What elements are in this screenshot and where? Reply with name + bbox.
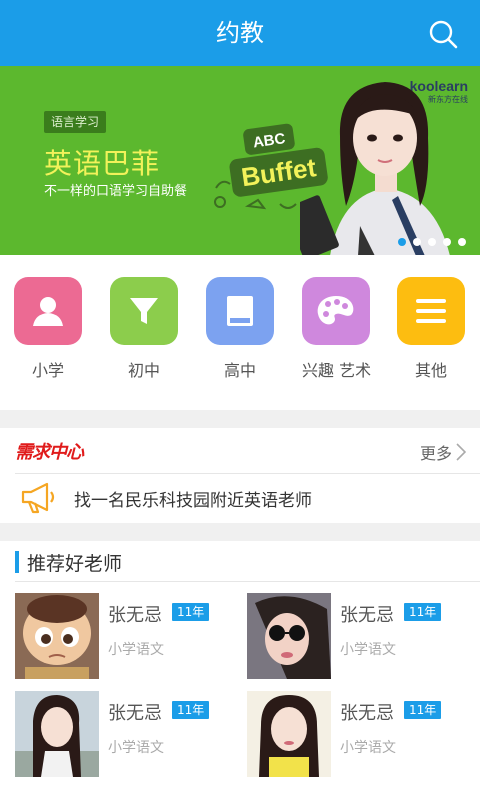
carousel-dot[interactable]	[413, 238, 421, 246]
category-label: 兴趣 艺术	[302, 361, 372, 380]
carousel-dot[interactable]	[428, 238, 436, 246]
teacher-card[interactable]: 张无忌 11年 小学语文	[15, 593, 235, 679]
teacher-card[interactable]: 张无忌 11年 小学语文	[15, 691, 235, 777]
category-label: 其他	[414, 361, 447, 380]
teacher-name: 张无忌	[108, 605, 162, 626]
banner-tag: 语言学习	[44, 111, 106, 133]
teacher-card[interactable]: 张无忌 11年 小学语文	[247, 593, 467, 679]
accent-bar	[15, 551, 19, 573]
recommended-teachers-section: 推荐好老师 张无忌 11年 小学语文 张无忌 11年 小学语文 张无忌 11年 …	[0, 541, 480, 800]
category-junior[interactable]: 初中	[110, 277, 178, 381]
carousel-indicator[interactable]	[398, 238, 466, 246]
category-other[interactable]: 其他	[397, 277, 465, 381]
teacher-subject: 小学语文	[340, 642, 396, 658]
teacher-avatar	[247, 691, 331, 777]
teacher-subject: 小学语文	[340, 740, 396, 756]
section-header: 推荐好老师	[15, 551, 123, 575]
palette-icon	[302, 277, 370, 345]
category-label: 高中	[223, 361, 256, 380]
banner-subtitle: 不一样的口语学习自助餐	[44, 184, 188, 199]
category-label: 小学	[31, 361, 64, 380]
promo-banner[interactable]: koolearn 新东方在线 语言学习 英语巴菲 不一样的口语学习自助餐 ABC…	[0, 66, 480, 255]
teacher-avatar	[247, 593, 331, 679]
demand-center-section: 需求中心 更多 找一名民乐科技园附近英语老师	[0, 428, 480, 523]
search-icon[interactable]	[428, 19, 458, 49]
demand-text: 找一名民乐科技园附近英语老师	[74, 490, 312, 511]
teacher-avatar	[15, 691, 99, 777]
category-interest-art[interactable]: 兴趣 艺术	[302, 277, 372, 381]
more-link[interactable]: 更多	[420, 440, 466, 464]
experience-badge: 11年	[172, 701, 210, 719]
experience-badge: 11年	[404, 603, 442, 621]
carousel-dot[interactable]	[398, 238, 406, 246]
megaphone-icon	[21, 482, 55, 514]
section-title: 需求中心	[15, 442, 84, 463]
model-photo	[300, 82, 450, 255]
person-icon	[14, 277, 82, 345]
category-grid: 小学 初中 高中 兴趣 艺术 其他	[0, 255, 480, 410]
divider	[15, 473, 480, 474]
section-title: 推荐好老师	[27, 552, 123, 575]
teacher-name: 张无忌	[340, 605, 394, 626]
book-icon	[206, 277, 274, 345]
category-primary[interactable]: 小学	[14, 277, 82, 381]
banner-headline: 英语巴菲	[44, 147, 161, 180]
category-senior[interactable]: 高中	[206, 277, 274, 381]
demand-item[interactable]: 找一名民乐科技园附近英语老师	[20, 478, 312, 518]
experience-badge: 11年	[404, 701, 442, 719]
funnel-icon	[110, 277, 178, 345]
teacher-card[interactable]: 张无忌 11年 小学语文	[247, 691, 467, 777]
teacher-name: 张无忌	[108, 703, 162, 724]
menu-icon	[397, 277, 465, 345]
teacher-subject: 小学语文	[108, 642, 164, 658]
category-label: 初中	[127, 361, 160, 380]
page-title: 约教	[216, 19, 264, 47]
chevron-right-icon	[456, 443, 466, 461]
carousel-dot[interactable]	[443, 238, 451, 246]
carousel-dot[interactable]	[458, 238, 466, 246]
experience-badge: 11年	[172, 603, 210, 621]
divider	[15, 581, 480, 582]
more-label: 更多	[419, 444, 452, 463]
top-app-bar: 约教	[0, 0, 480, 66]
teacher-name: 张无忌	[340, 703, 394, 724]
teacher-subject: 小学语文	[108, 740, 164, 756]
teacher-avatar	[15, 593, 99, 679]
